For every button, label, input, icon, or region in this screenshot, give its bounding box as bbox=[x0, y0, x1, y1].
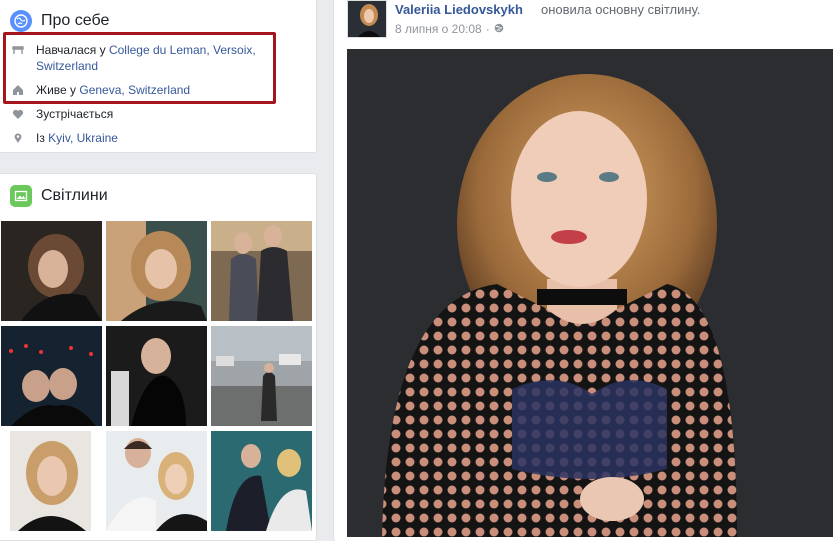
photo-thumbnail[interactable] bbox=[106, 326, 207, 426]
photo-thumbnail[interactable] bbox=[106, 431, 207, 531]
about-header: Про себе bbox=[10, 10, 109, 32]
photo-thumbnail[interactable] bbox=[10, 431, 91, 531]
avatar[interactable] bbox=[347, 0, 387, 38]
relationship-text: Зустрічається bbox=[36, 107, 114, 121]
photo-thumbnail[interactable] bbox=[211, 326, 312, 426]
photo-thumbnail[interactable] bbox=[211, 431, 312, 531]
post-action-text: оновила основну світлину. bbox=[541, 2, 701, 17]
post-author-link[interactable]: Valeriia Liedovskykh bbox=[395, 2, 523, 17]
about-row-relationship: Зустрічається bbox=[12, 106, 272, 122]
about-row-from: Із Kyiv, Ukraine bbox=[12, 130, 272, 146]
photo-thumbnail[interactable] bbox=[106, 221, 207, 321]
meta-separator: · bbox=[485, 22, 490, 36]
about-title: Про себе bbox=[41, 12, 110, 29]
globe-icon[interactable] bbox=[494, 22, 504, 36]
highlight-box bbox=[3, 32, 276, 104]
location-pin-icon bbox=[12, 132, 24, 144]
photos-icon bbox=[10, 185, 32, 207]
post-timestamp[interactable]: 8 липня о 20:08 bbox=[395, 22, 482, 36]
photo-thumbnail[interactable] bbox=[211, 221, 312, 321]
from-link[interactable]: Kyiv, Ukraine bbox=[48, 131, 118, 145]
photo-thumbnail[interactable] bbox=[1, 221, 102, 321]
photo-thumbnail[interactable] bbox=[1, 326, 102, 426]
globe-icon bbox=[10, 10, 32, 32]
heart-icon bbox=[12, 108, 24, 120]
post-meta: 8 липня о 20:08 · bbox=[395, 22, 504, 36]
from-prefix: Із bbox=[36, 131, 49, 145]
photos-header: Світлини bbox=[10, 185, 108, 207]
post-photo[interactable] bbox=[347, 49, 833, 537]
photos-title: Світлини bbox=[41, 187, 108, 204]
